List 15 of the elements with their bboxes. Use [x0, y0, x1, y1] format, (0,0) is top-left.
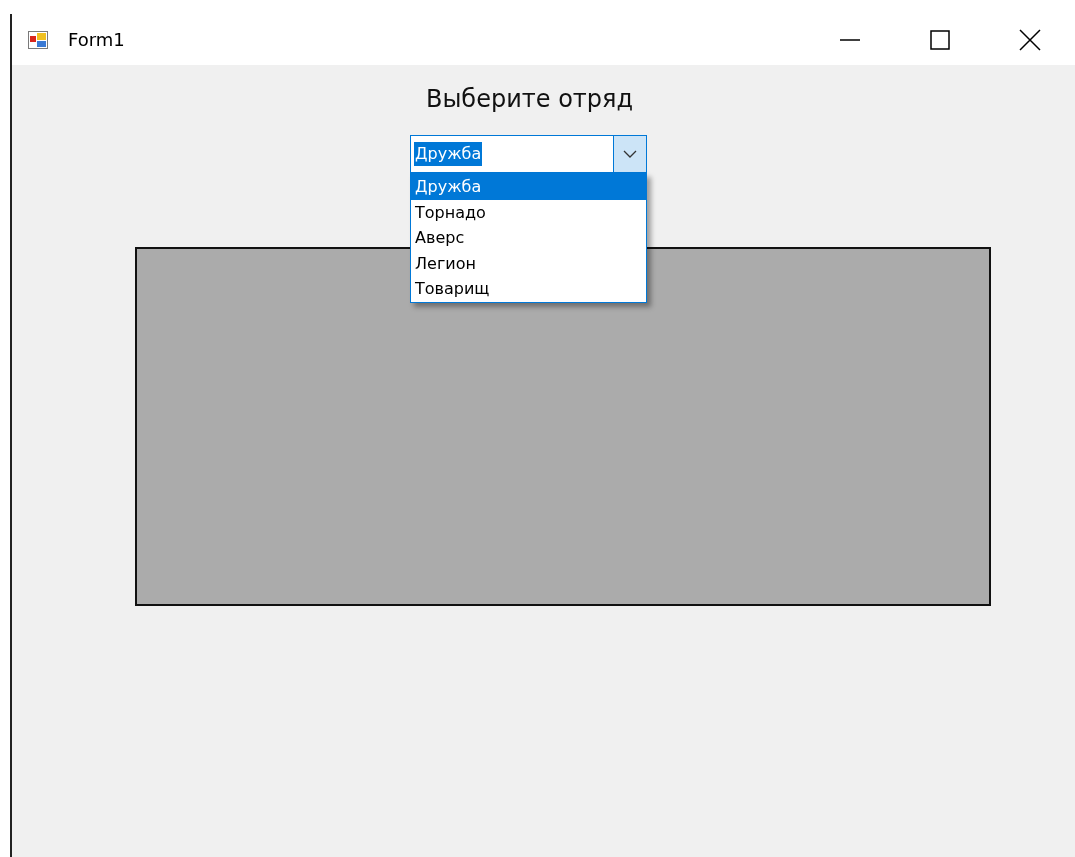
dropdown-arrow-button[interactable]: [613, 136, 646, 172]
form-icon: [28, 30, 48, 49]
heading-label: Выберите отряд: [424, 85, 635, 113]
dropdown-option[interactable]: Торнадо: [411, 199, 646, 225]
team-dropdown[interactable]: Дружба: [410, 135, 647, 173]
dropdown-value: Дружба: [414, 142, 483, 166]
close-icon: [1019, 28, 1041, 51]
dropdown-option[interactable]: Дружба: [411, 174, 646, 200]
maximize-icon: [929, 28, 951, 51]
minimize-icon: [839, 38, 861, 41]
dropdown-option[interactable]: Товарищ: [411, 276, 646, 302]
chevron-down-icon: [623, 150, 637, 158]
window-title: Form1: [68, 29, 125, 50]
dropdown-option[interactable]: Аверс: [411, 225, 646, 251]
dropdown-option[interactable]: Легион: [411, 250, 646, 276]
